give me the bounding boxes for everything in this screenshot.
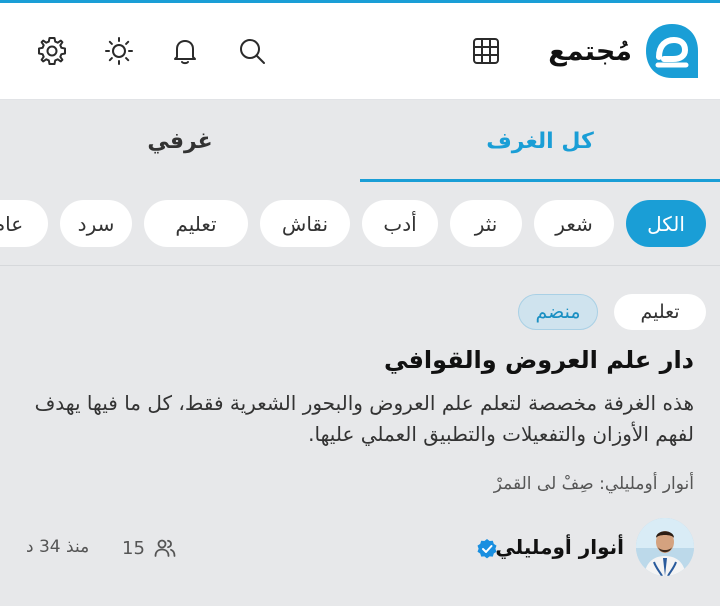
room-card[interactable]: تعليم منضم دار علم العروض والقوافي هذه ا… [0, 266, 720, 606]
members-count: 15 [122, 536, 177, 560]
chip-general[interactable]: عام [0, 200, 48, 247]
time-ago: منذ 34 د [26, 537, 90, 557]
author-name[interactable]: أنوار أومليلي [495, 535, 624, 559]
sun-icon[interactable] [101, 33, 137, 69]
filter-chips: الكل شعر نثر أدب نقاش تعليم سرد عام [0, 182, 720, 266]
room-description: هذه الغرفة مخصصة لتعلم علم العروض والبحو… [34, 391, 694, 446]
brand[interactable]: مُجتمع [548, 19, 702, 83]
last-message: أنوار أومليلي: صِفْ لى القمرْ [493, 474, 694, 494]
app-logo-icon [646, 24, 698, 78]
app-name: مُجتمع [548, 35, 632, 67]
room-footer: أنوار أومليلي 15 منذ 34 د [0, 518, 720, 578]
gear-icon[interactable] [34, 33, 70, 69]
chip-poetry[interactable]: شعر [534, 200, 614, 247]
members-number: 15 [122, 537, 145, 559]
users-icon [154, 539, 176, 557]
avatar[interactable] [636, 518, 694, 576]
joined-badge: منضم [518, 294, 598, 330]
grid-icon[interactable] [468, 33, 504, 69]
chip-discussion[interactable]: نقاش [260, 200, 350, 247]
chip-literature[interactable]: أدب [362, 200, 438, 247]
chip-prose[interactable]: نثر [450, 200, 522, 247]
bell-icon[interactable] [167, 33, 203, 69]
chip-all[interactable]: الكل [626, 200, 706, 247]
tab-all-rooms[interactable]: كل الغرف [360, 100, 720, 182]
tab-my-rooms[interactable]: غرفي [0, 100, 360, 182]
app-header: مُجتمع [0, 3, 720, 100]
search-icon[interactable] [234, 33, 270, 69]
chip-education[interactable]: تعليم [144, 200, 248, 247]
category-badge: تعليم [614, 294, 706, 330]
room-tabs: كل الغرف غرفي [0, 100, 720, 182]
verified-badge-icon [477, 539, 497, 559]
chip-narrative[interactable]: سرد [60, 200, 132, 247]
room-title[interactable]: دار علم العروض والقوافي [384, 346, 694, 374]
